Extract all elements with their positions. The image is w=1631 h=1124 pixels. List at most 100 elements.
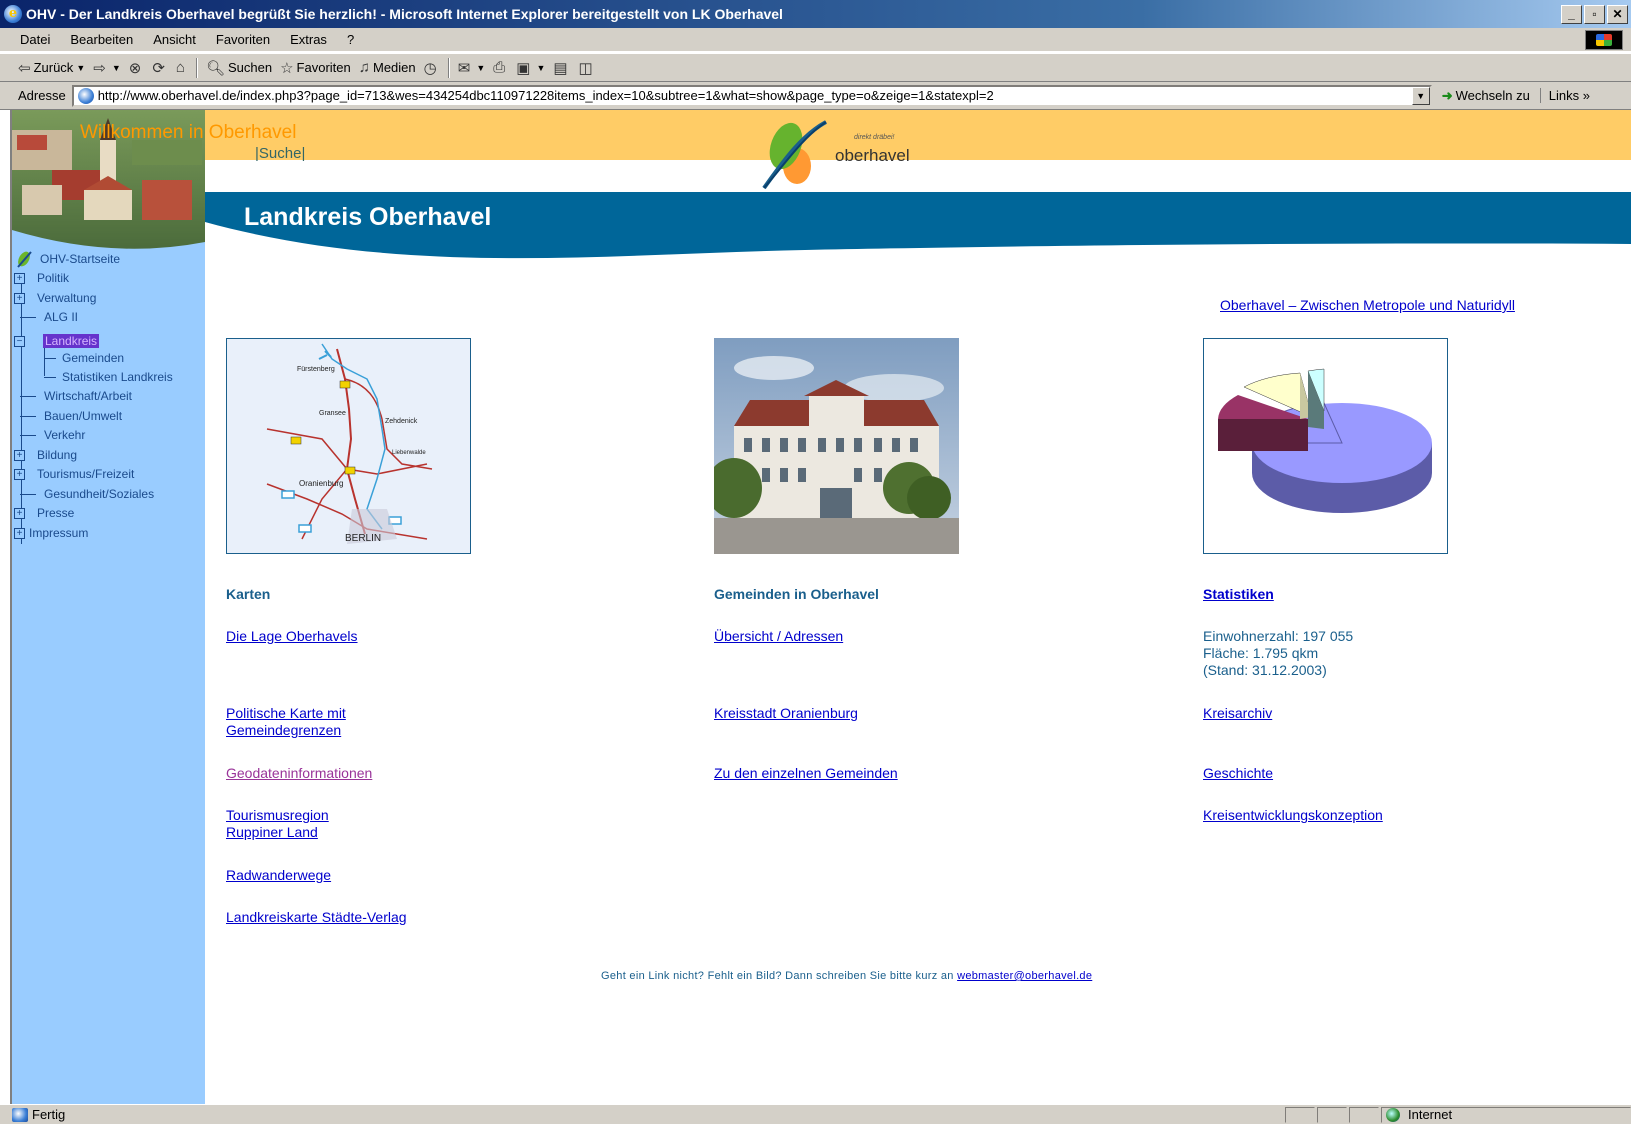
- nav-item-bildung[interactable]: + Bildung: [14, 446, 77, 464]
- menu-datei[interactable]: Datei: [0, 32, 60, 47]
- link-lage-oberhavels[interactable]: Die Lage Oberhavels: [226, 628, 358, 644]
- menu-help[interactable]: ?: [337, 32, 364, 47]
- nav-label: Verkehr: [44, 428, 86, 442]
- nav-item-gesundheit[interactable]: Gesundheit/Soziales: [20, 485, 154, 503]
- link-politische-karte[interactable]: Politische Karte mit: [226, 705, 346, 721]
- menu-extras[interactable]: Extras: [280, 32, 337, 47]
- stop-button[interactable]: ⊗: [129, 59, 145, 77]
- search-link[interactable]: Suche: [259, 145, 302, 162]
- edit-button[interactable]: ▣ ▼: [516, 59, 545, 77]
- search-label: Suchen: [228, 60, 273, 75]
- link-uebersicht[interactable]: Übersicht / Adressen: [714, 628, 843, 644]
- status-cell: [1349, 1106, 1379, 1123]
- nav-item-ohv-startseite[interactable]: OHV-Startseite: [16, 250, 120, 268]
- messenger-button[interactable]: ◫: [579, 59, 596, 77]
- ohv-leaf-icon: [17, 251, 32, 268]
- page-viewport: OHV-Startseite + Politik + Verwaltung AL…: [10, 110, 1631, 1104]
- collapse-icon[interactable]: −: [14, 335, 25, 347]
- refresh-icon: ⟳: [152, 59, 165, 77]
- expand-icon[interactable]: +: [14, 468, 25, 480]
- favorites-button[interactable]: ☆ Favoriten: [280, 59, 351, 77]
- globe-icon: [1386, 1107, 1400, 1122]
- webmaster-email-link[interactable]: webmaster@oberhavel.de: [957, 970, 1092, 982]
- stat-einwohner: Einwohnerzahl: 197 055: [1203, 628, 1354, 644]
- link-kreisentwicklung[interactable]: Kreisentwicklungskonzeption: [1203, 807, 1383, 823]
- expand-icon[interactable]: +: [14, 507, 25, 519]
- search-nav: |Suche|: [255, 145, 306, 162]
- mail-button[interactable]: ✉ ▼: [458, 59, 486, 77]
- history-button[interactable]: ◷: [424, 59, 440, 77]
- page-icon: [77, 87, 94, 104]
- search-button[interactable]: 🔍︎ Suchen: [206, 59, 272, 77]
- status-cell: [1317, 1106, 1347, 1123]
- expand-icon[interactable]: +: [14, 449, 25, 461]
- media-icon: ♫: [358, 59, 370, 76]
- nav-item-alg2[interactable]: ALG II: [20, 308, 78, 326]
- menu-bearbeiten[interactable]: Bearbeiten: [60, 32, 143, 47]
- expand-icon[interactable]: +: [14, 292, 25, 304]
- address-input[interactable]: http://www.oberhavel.de/index.php3?page_…: [71, 84, 1432, 107]
- link-geschichte[interactable]: Geschichte: [1203, 765, 1273, 781]
- home-icon: ⌂: [175, 59, 185, 76]
- refresh-button[interactable]: ⟳: [152, 59, 168, 77]
- link-einzelne-gemeinden[interactable]: Zu den einzelnen Gemeinden: [714, 765, 898, 781]
- nav-item-presse[interactable]: + Presse: [14, 504, 74, 522]
- status-text: Fertig: [32, 1107, 66, 1122]
- nav-item-wirtschaft[interactable]: Wirtschaft/Arbeit: [20, 387, 132, 405]
- nav-item-impressum[interactable]: + Impressum: [14, 524, 88, 542]
- address-url[interactable]: http://www.oberhavel.de/index.php3?page_…: [98, 88, 994, 103]
- print-button[interactable]: ⎙: [493, 59, 508, 76]
- back-dropdown-icon[interactable]: ▼: [76, 63, 85, 73]
- link-statistiken[interactable]: Statistiken: [1203, 586, 1274, 602]
- nav-item-politik[interactable]: + Politik: [14, 269, 69, 287]
- nav-item-statistiken[interactable]: Statistiken Landkreis: [44, 368, 173, 386]
- address-dropdown-icon[interactable]: ▼: [1411, 86, 1430, 105]
- link-ruppiner-land[interactable]: Ruppiner Land: [226, 824, 318, 840]
- discuss-icon: ▤: [553, 59, 568, 77]
- link-geodaten[interactable]: Geodateninformationen: [226, 765, 372, 781]
- nav-item-bauen[interactable]: Bauen/Umwelt: [20, 407, 122, 425]
- pie-chart-image[interactable]: [1203, 338, 1448, 554]
- nav-item-landkreis[interactable]: − Landkreis: [14, 332, 100, 350]
- menu-ansicht[interactable]: Ansicht: [143, 32, 206, 47]
- discuss-button[interactable]: ▤: [553, 59, 570, 77]
- link-landkreiskarte[interactable]: Landkreiskarte Städte-Verlag: [226, 909, 407, 925]
- nav-item-verwaltung[interactable]: + Verwaltung: [14, 289, 96, 307]
- map-label-liebenwalde: Liebenwalde: [392, 450, 426, 456]
- map-image[interactable]: Fürstenberg Gransee Zehdenick Liebenwald…: [226, 338, 471, 554]
- menu-favoriten[interactable]: Favoriten: [206, 32, 280, 47]
- link-kreisarchiv[interactable]: Kreisarchiv: [1203, 705, 1272, 721]
- expand-icon[interactable]: +: [14, 272, 25, 284]
- address-label: Adresse: [18, 88, 66, 103]
- heading-gemeinden: Gemeinden in Oberhavel: [714, 586, 879, 602]
- home-button[interactable]: ⌂: [176, 59, 188, 76]
- nav-label: OHV-Startseite: [40, 252, 121, 266]
- nav-item-gemeinden[interactable]: Gemeinden: [44, 349, 124, 367]
- back-button[interactable]: ⇦ Zurück ▼: [18, 59, 85, 77]
- back-label: Zurück: [33, 60, 74, 75]
- links-button[interactable]: Links »: [1539, 88, 1590, 103]
- nav-item-verkehr[interactable]: Verkehr: [20, 426, 85, 444]
- expand-icon[interactable]: +: [14, 527, 25, 539]
- naturidyll-link[interactable]: Oberhavel – Zwischen Metropole und Natur…: [1220, 297, 1515, 313]
- close-button[interactable]: ✕: [1607, 4, 1628, 24]
- nav-label: Politik: [37, 271, 70, 285]
- link-radwanderwege[interactable]: Radwanderwege: [226, 867, 331, 883]
- link-oranienburg[interactable]: Kreisstadt Oranienburg: [714, 705, 858, 721]
- forward-dropdown-icon[interactable]: ▼: [112, 63, 121, 73]
- map-label-zehdenick: Zehdenick: [385, 418, 418, 425]
- forward-button[interactable]: ⇨ ▼: [93, 59, 121, 77]
- favorites-icon: ☆: [280, 59, 294, 77]
- link-gemeindegrenzen[interactable]: Gemeindegrenzen: [226, 722, 341, 738]
- nav-label: Statistiken Landkreis: [62, 370, 173, 384]
- maximize-button[interactable]: ▫: [1584, 4, 1605, 24]
- minimize-button[interactable]: _: [1561, 4, 1582, 24]
- media-label: Medien: [373, 60, 416, 75]
- media-button[interactable]: ♫ Medien: [359, 59, 416, 76]
- map-label-fuerstenberg: Fürstenberg: [297, 366, 335, 373]
- link-tourismusregion[interactable]: Tourismusregion: [226, 807, 329, 823]
- nav-item-tourismus[interactable]: + Tourismus/Freizeit: [14, 465, 134, 483]
- nav-label: Gesundheit/Soziales: [44, 487, 155, 501]
- town-hall-photo[interactable]: [714, 338, 959, 554]
- go-button[interactable]: ➜ Wechseln zu: [1442, 88, 1530, 104]
